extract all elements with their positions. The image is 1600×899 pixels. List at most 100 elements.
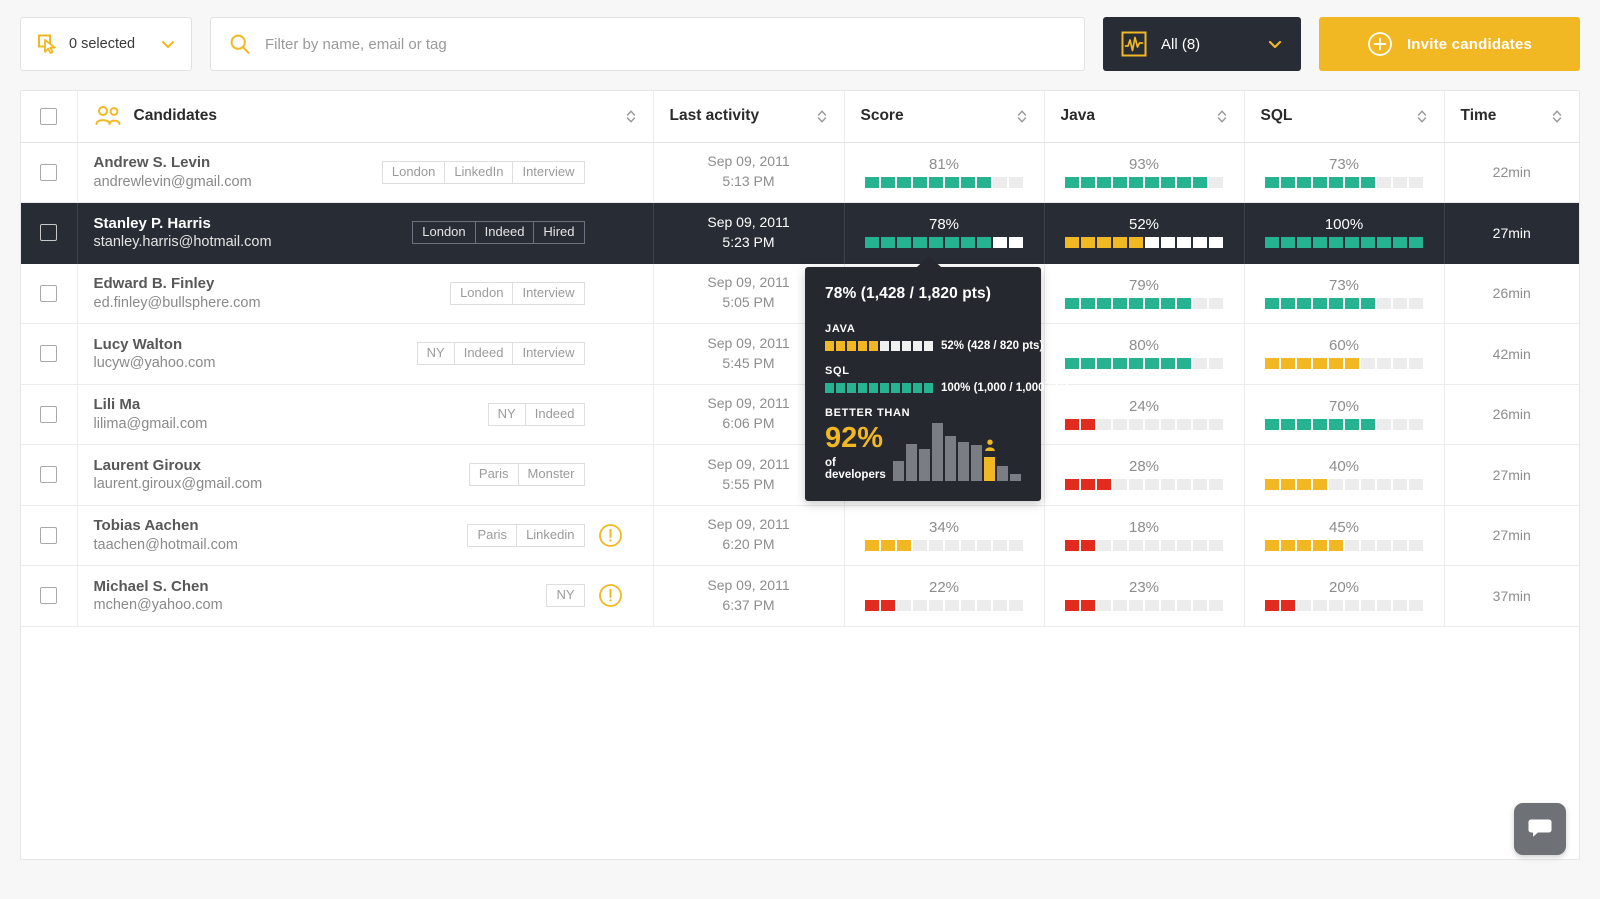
java-cell[interactable]: 80% (1044, 324, 1244, 385)
sql-percent: 100% (1261, 217, 1428, 232)
table-row[interactable]: Michael S. Chenmchen@yahoo.comNYSep 09, … (21, 566, 1579, 627)
sql-cell[interactable]: 60% (1244, 324, 1444, 385)
bar-segment (945, 177, 959, 188)
candidate-tag[interactable]: NY (546, 584, 584, 607)
row-select-cell[interactable] (21, 142, 77, 203)
row-select-cell[interactable] (21, 505, 77, 566)
sql-cell[interactable]: 45% (1244, 505, 1444, 566)
search-input[interactable] (265, 36, 1066, 53)
candidate-tag[interactable]: Paris (469, 463, 518, 486)
candidate-tag[interactable]: Interview (512, 282, 584, 305)
java-cell[interactable]: 28% (1044, 445, 1244, 506)
candidate-name[interactable]: Laurent Giroux (94, 457, 263, 474)
candidate-tag[interactable]: Linkedin (516, 524, 584, 547)
candidate-name[interactable]: Lili Ma (94, 396, 208, 413)
bar-segment (1065, 419, 1079, 430)
selected-count-dropdown[interactable]: 0 selected (20, 17, 192, 71)
candidate-tag[interactable]: London (450, 282, 512, 305)
table-row[interactable]: Edward B. Finleyed.finley@bullsphere.com… (21, 263, 1579, 324)
java-cell[interactable]: 23% (1044, 566, 1244, 627)
row-checkbox[interactable] (40, 587, 57, 604)
candidate-name[interactable]: Andrew S. Levin (94, 154, 252, 171)
java-cell[interactable]: 18% (1044, 505, 1244, 566)
bar-segment (1065, 298, 1079, 309)
warning-icon[interactable] (598, 523, 623, 548)
row-select-cell[interactable] (21, 445, 77, 506)
row-checkbox[interactable] (40, 164, 57, 181)
java-cell[interactable]: 79% (1044, 263, 1244, 324)
candidate-tag[interactable]: Interview (512, 342, 584, 365)
score-cell[interactable]: 34% (844, 505, 1044, 566)
table-row[interactable]: Laurent Girouxlaurent.giroux@gmail.comPa… (21, 445, 1579, 506)
bar-segment (1361, 600, 1375, 611)
sql-cell[interactable]: 73% (1244, 263, 1444, 324)
activity-pulse-icon (1121, 31, 1147, 57)
row-checkbox[interactable] (40, 345, 57, 362)
candidate-name[interactable]: Michael S. Chen (94, 578, 223, 595)
candidate-tag[interactable]: Indeed (525, 403, 585, 426)
candidate-tag[interactable]: London (382, 161, 444, 184)
row-checkbox[interactable] (40, 224, 57, 241)
candidate-tag[interactable]: Interview (512, 161, 584, 184)
candidate-tag[interactable]: Indeed (475, 221, 534, 244)
sql-cell[interactable]: 100% (1244, 203, 1444, 264)
score-cell[interactable]: 78% (844, 203, 1044, 264)
candidate-name[interactable]: Lucy Walton (94, 336, 216, 353)
sort-toggle-icon[interactable] (1551, 109, 1563, 124)
sql-cell[interactable]: 40% (1244, 445, 1444, 506)
filter-search-box[interactable] (210, 17, 1085, 71)
table-row[interactable]: Lili Malilima@gmail.comNYIndeedSep 09, 2… (21, 384, 1579, 445)
java-cell[interactable]: 52% (1044, 203, 1244, 264)
candidate-name[interactable]: Tobias Aachen (94, 517, 238, 534)
candidate-tag[interactable]: Hired (533, 221, 584, 244)
row-checkbox[interactable] (40, 406, 57, 423)
row-select-cell[interactable] (21, 324, 77, 385)
java-cell[interactable]: 24% (1044, 384, 1244, 445)
candidate-tag[interactable]: Paris (467, 524, 516, 547)
sql-cell[interactable]: 73% (1244, 142, 1444, 203)
sql-cell[interactable]: 70% (1244, 384, 1444, 445)
filter-all-label: All (8) (1161, 36, 1200, 53)
sort-toggle-icon[interactable] (816, 109, 828, 124)
score-cell[interactable]: 22% (844, 566, 1044, 627)
column-header-time[interactable]: Time (1444, 91, 1579, 142)
candidate-tag[interactable]: Indeed (454, 342, 513, 365)
table-row[interactable]: Tobias Aachentaachen@hotmail.comParisLin… (21, 505, 1579, 566)
row-checkbox[interactable] (40, 466, 57, 483)
row-select-cell[interactable] (21, 384, 77, 445)
select-all-header[interactable] (21, 91, 77, 142)
column-header-java[interactable]: Java (1044, 91, 1244, 142)
candidate-tag[interactable]: Monster (518, 463, 585, 486)
candidate-name[interactable]: Edward B. Finley (94, 275, 261, 292)
candidate-tag[interactable]: LinkedIn (444, 161, 512, 184)
table-row[interactable]: Andrew S. Levinandrewlevin@gmail.comLond… (21, 142, 1579, 203)
select-all-checkbox[interactable] (40, 108, 57, 125)
score-cell[interactable]: 81% (844, 142, 1044, 203)
column-header-candidates[interactable]: Candidates (77, 91, 653, 142)
warning-icon[interactable] (598, 583, 623, 608)
table-row[interactable]: Stanley P. Harrisstanley.harris@hotmail.… (21, 203, 1579, 264)
column-header-sql[interactable]: SQL (1244, 91, 1444, 142)
row-checkbox[interactable] (40, 285, 57, 302)
table-row[interactable]: Lucy Waltonlucyw@yahoo.comNYIndeedInterv… (21, 324, 1579, 385)
java-percent: 79% (1061, 278, 1228, 293)
filter-all-dropdown[interactable]: All (8) (1103, 17, 1301, 71)
candidate-tag[interactable]: NY (417, 342, 454, 365)
candidate-tag[interactable]: London (412, 221, 474, 244)
column-header-last-activity[interactable]: Last activity (653, 91, 844, 142)
sort-toggle-icon[interactable] (1016, 109, 1028, 124)
candidate-tag[interactable]: NY (488, 403, 525, 426)
row-select-cell[interactable] (21, 566, 77, 627)
sort-toggle-icon[interactable] (1416, 109, 1428, 124)
column-header-score[interactable]: Score (844, 91, 1044, 142)
candidate-name[interactable]: Stanley P. Harris (94, 215, 272, 232)
row-select-cell[interactable] (21, 263, 77, 324)
sort-toggle-icon[interactable] (625, 109, 637, 124)
row-select-cell[interactable] (21, 203, 77, 264)
sort-toggle-icon[interactable] (1216, 109, 1228, 124)
row-checkbox[interactable] (40, 527, 57, 544)
sql-cell[interactable]: 20% (1244, 566, 1444, 627)
chat-support-button[interactable] (1514, 803, 1566, 855)
java-cell[interactable]: 93% (1044, 142, 1244, 203)
invite-candidates-button[interactable]: Invite candidates (1319, 17, 1580, 71)
